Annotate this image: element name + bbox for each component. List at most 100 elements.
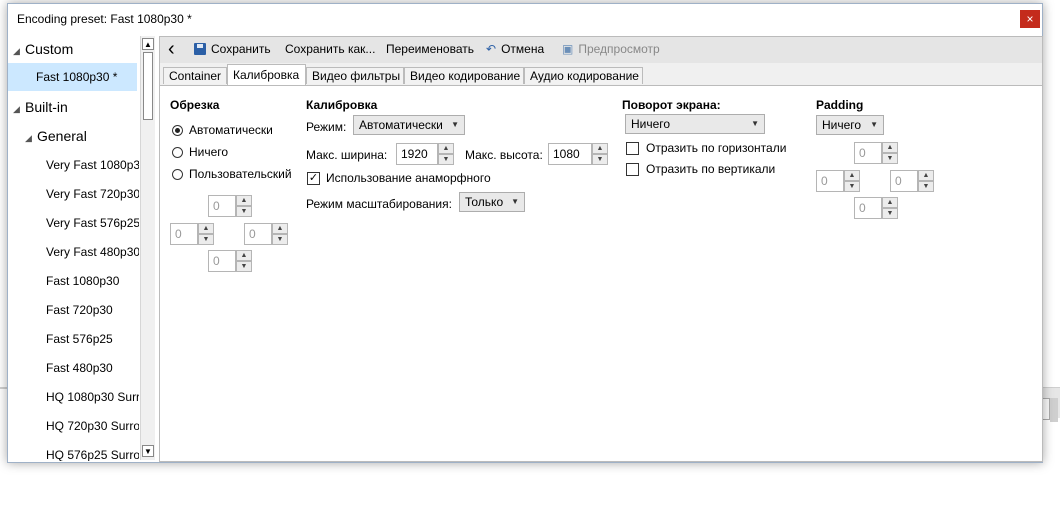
padding-left-field[interactable]: 0 bbox=[816, 170, 844, 192]
increment-icon[interactable]: ▲ bbox=[438, 143, 454, 154]
tree-group-built-in[interactable]: ◢ Built-in bbox=[8, 93, 68, 121]
decrement-icon[interactable]: ▼ bbox=[882, 153, 898, 164]
crop-left-field[interactable]: 0 bbox=[170, 223, 198, 245]
expand-arrow-icon[interactable]: ◢ bbox=[13, 37, 25, 65]
padding-bottom-field[interactable]: 0 bbox=[854, 197, 882, 219]
decrement-icon[interactable]: ▼ bbox=[918, 181, 934, 192]
tree-item-preset[interactable]: Fast 720p30 bbox=[8, 296, 113, 324]
scroll-down-arrow-icon[interactable]: ▼ bbox=[142, 445, 154, 457]
expand-arrow-icon[interactable]: ◢ bbox=[13, 95, 25, 123]
back-icon[interactable]: ‹ bbox=[168, 38, 175, 61]
increment-icon[interactable]: ▲ bbox=[918, 170, 934, 181]
expand-arrow-icon[interactable]: ◢ bbox=[25, 124, 37, 152]
padding-left-spin-buttons[interactable]: ▲ ▼ bbox=[844, 170, 860, 192]
tree-item-fast-1080p30-custom[interactable]: Fast 1080p30 * bbox=[8, 63, 137, 91]
tree-item-preset[interactable]: Fast 480p30 bbox=[8, 354, 113, 382]
scroll-thumb[interactable] bbox=[143, 52, 153, 120]
tab-container[interactable]: Container bbox=[163, 67, 227, 84]
chevron-down-icon: ▼ bbox=[451, 120, 459, 129]
increment-icon[interactable]: ▲ bbox=[272, 223, 288, 234]
close-button[interactable]: × bbox=[1020, 10, 1040, 28]
sizing-mode-select[interactable]: Автоматически ▼ bbox=[353, 115, 465, 135]
crop-bottom-field[interactable]: 0 bbox=[208, 250, 236, 272]
tab-video-encoding[interactable]: Видео кодирование bbox=[404, 67, 524, 84]
tree-item-preset[interactable]: Very Fast 1080p30 bbox=[8, 151, 139, 179]
decrement-icon[interactable]: ▼ bbox=[844, 181, 860, 192]
decrement-icon[interactable]: ▼ bbox=[236, 206, 252, 217]
crop-auto-label[interactable]: Автоматически bbox=[189, 123, 273, 137]
flip-vertical-checkbox[interactable] bbox=[626, 163, 639, 176]
decrement-icon[interactable]: ▼ bbox=[272, 234, 288, 245]
tab-sizing[interactable]: Калибровка bbox=[227, 64, 306, 85]
tree-item-preset[interactable]: HQ 720p30 Surround bbox=[8, 412, 139, 440]
flip-horizontal-checkbox[interactable] bbox=[626, 142, 639, 155]
increment-icon[interactable]: ▲ bbox=[198, 223, 214, 234]
save-as-button[interactable]: Сохранить как... bbox=[285, 42, 375, 56]
padding-right-field[interactable]: 0 bbox=[890, 170, 918, 192]
scale-mode-select[interactable]: Только ▼ bbox=[459, 192, 525, 212]
max-width-field[interactable]: 1920 bbox=[396, 143, 438, 165]
increment-icon[interactable]: ▲ bbox=[236, 250, 252, 261]
crop-top-field[interactable]: 0 bbox=[208, 195, 236, 217]
anamorphic-checkbox[interactable]: ✓ bbox=[307, 172, 320, 185]
flip-vertical-label[interactable]: Отразить по вертикали bbox=[646, 162, 775, 176]
max-height-spin-buttons[interactable]: ▲ ▼ bbox=[592, 143, 608, 165]
crop-none-label[interactable]: Ничего bbox=[189, 145, 228, 159]
rotation-select[interactable]: Ничего ▼ bbox=[625, 114, 765, 134]
padding-bottom-spin-buttons[interactable]: ▲ ▼ bbox=[882, 197, 898, 219]
preset-editor: ‹ Сохранить Сохранить как... Переименова… bbox=[159, 36, 1043, 462]
save-button[interactable]: Сохранить bbox=[194, 42, 271, 56]
tree-group-custom[interactable]: ◢ Custom bbox=[8, 35, 73, 63]
scroll-up-arrow-icon[interactable]: ▲ bbox=[142, 38, 154, 50]
tree-item-preset[interactable]: Fast 576p25 bbox=[8, 325, 113, 353]
crop-custom-label[interactable]: Пользовательский bbox=[189, 167, 292, 181]
increment-icon[interactable]: ▲ bbox=[882, 142, 898, 153]
tree-group-general[interactable]: ◢ General bbox=[8, 122, 87, 150]
max-width-spin-buttons[interactable]: ▲ ▼ bbox=[438, 143, 454, 165]
crop-right-spin-buttons[interactable]: ▲ ▼ bbox=[272, 223, 288, 245]
crop-custom-radio[interactable] bbox=[172, 169, 183, 180]
increment-icon[interactable]: ▲ bbox=[844, 170, 860, 181]
max-height-field[interactable]: 1080 bbox=[548, 143, 592, 165]
max-width-label: Макс. ширина: bbox=[306, 148, 388, 162]
tab-video-filters[interactable]: Видео фильтры bbox=[306, 67, 404, 84]
crop-top-spin-buttons[interactable]: ▲ ▼ bbox=[236, 195, 252, 217]
tree-item-preset[interactable]: HQ 576p25 Surround bbox=[8, 441, 139, 461]
decrement-icon[interactable]: ▼ bbox=[592, 154, 608, 165]
anamorphic-label[interactable]: Использование анаморфного bbox=[326, 171, 491, 185]
decrement-icon[interactable]: ▼ bbox=[236, 261, 252, 272]
decrement-icon[interactable]: ▼ bbox=[198, 234, 214, 245]
tab-audio-encoding[interactable]: Аудио кодирование bbox=[524, 67, 643, 84]
padding-top-spin-buttons[interactable]: ▲ ▼ bbox=[882, 142, 898, 164]
tree-item-preset[interactable]: Very Fast 480p30 bbox=[8, 238, 139, 266]
chevron-down-icon: ▼ bbox=[751, 119, 759, 128]
window-title: Encoding preset: Fast 1080p30 * bbox=[17, 12, 192, 26]
increment-icon[interactable]: ▲ bbox=[882, 197, 898, 208]
crop-left-spin-buttons[interactable]: ▲ ▼ bbox=[198, 223, 214, 245]
padding-right-spin-buttons[interactable]: ▲ ▼ bbox=[918, 170, 934, 192]
decrement-icon[interactable]: ▼ bbox=[438, 154, 454, 165]
tree-item-preset[interactable]: Fast 1080p30 bbox=[8, 267, 119, 295]
crop-none-radio[interactable] bbox=[172, 147, 183, 158]
decrement-icon[interactable]: ▼ bbox=[882, 208, 898, 219]
tree-item-preset[interactable]: Very Fast 720p30 bbox=[8, 180, 139, 208]
increment-icon[interactable]: ▲ bbox=[592, 143, 608, 154]
sizing-mode-label: Режим: bbox=[306, 120, 347, 134]
tree-item-preset[interactable]: HQ 1080p30 Surround bbox=[8, 383, 139, 411]
flip-horizontal-label[interactable]: Отразить по горизонтали bbox=[646, 141, 786, 155]
padding-heading: Padding bbox=[816, 98, 864, 112]
rename-button[interactable]: Переименовать bbox=[386, 42, 474, 56]
padding-select[interactable]: Ничего ▼ bbox=[816, 115, 884, 135]
crop-bottom-spin-buttons[interactable]: ▲ ▼ bbox=[236, 250, 252, 272]
tree-item-preset[interactable]: Very Fast 576p25 bbox=[8, 209, 139, 237]
tree-scrollbar[interactable]: ▲ ▼ bbox=[140, 36, 155, 460]
crop-right-field[interactable]: 0 bbox=[244, 223, 272, 245]
increment-icon[interactable]: ▲ bbox=[236, 195, 252, 206]
undo-button[interactable]: ↶ Отмена bbox=[486, 42, 544, 56]
preview-button[interactable]: ▣ Предпросмотр bbox=[562, 42, 660, 56]
crop-auto-radio[interactable] bbox=[172, 125, 183, 136]
background-control bbox=[1042, 398, 1050, 420]
preview-icon: ▣ bbox=[562, 42, 574, 56]
padding-top-field[interactable]: 0 bbox=[854, 142, 882, 164]
toolbar: ‹ Сохранить Сохранить как... Переименова… bbox=[160, 37, 1042, 63]
